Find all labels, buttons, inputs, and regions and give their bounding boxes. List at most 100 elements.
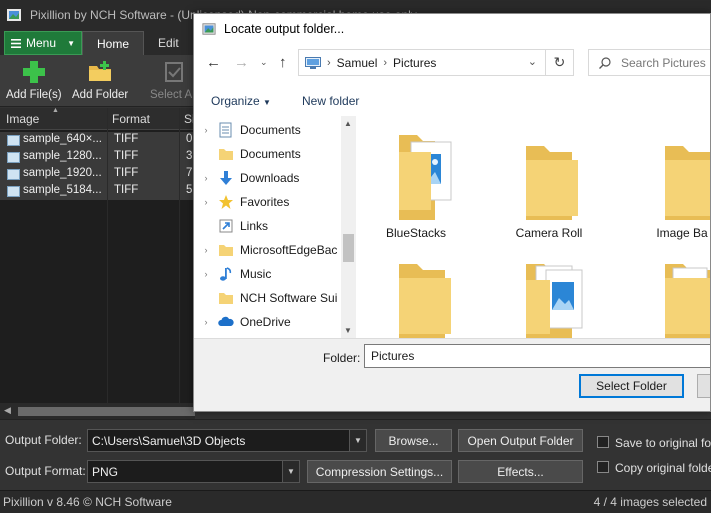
select-all-label: Select All [150,89,198,101]
select-folder-button[interactable]: Select Folder [579,374,684,398]
nav-item-favorites[interactable]: › Favorites [194,190,344,214]
compression-settings-button[interactable]: Compression Settings... [307,460,452,483]
folder-tile-image-backup[interactable]: Image Ba [627,120,710,240]
folder-label: Camera Roll [515,226,583,240]
file-name: sample_1280... [23,150,102,162]
folder-tile-camera-roll[interactable]: Camera Roll [494,120,604,240]
scroll-up-icon[interactable]: ▲ [344,119,352,128]
output-format-combo[interactable]: PNG ▼ [87,460,300,483]
output-format-label: Output Format: [5,464,86,478]
breadcrumb-pictures[interactable]: Pictures [393,56,436,70]
nav-item-links[interactable]: Links [194,214,344,238]
save-to-original-checkbox[interactable] [597,436,609,448]
organize-button[interactable]: Organize ▼ [211,94,271,108]
chevron-right-icon[interactable]: › [194,197,218,207]
effects-button[interactable]: Effects... [458,460,583,483]
select-all-button[interactable]: Select All [150,59,197,101]
tab-home[interactable]: Home [82,31,145,55]
dialog-footer: Folder: Pictures Select Folder [194,338,710,411]
chevron-down-icon[interactable]: ▼ [282,461,299,482]
horizontal-scrollbar[interactable]: ◀ [0,403,195,419]
hamburger-icon [11,38,21,48]
back-arrow-icon[interactable]: ← [206,54,221,71]
folder-icon [526,146,578,226]
nav-item-onedrive[interactable]: › OneDrive [194,310,344,334]
address-bar[interactable]: › Samuel › Pictures ⌄ [298,49,546,76]
chevron-right-icon[interactable]: › [194,245,218,255]
add-folder-button[interactable]: Add Folder [72,59,128,101]
add-files-label: Add File(s) [6,89,62,101]
file-format: TIFF [114,133,139,145]
breadcrumb-samuel[interactable]: Samuel [337,56,378,70]
folder-label: Image Ba [656,226,708,240]
column-header-image[interactable]: Image [6,112,39,126]
chevron-right-icon[interactable]: › [194,269,218,279]
file-name: sample_5184... [23,184,102,196]
scroll-down-icon[interactable]: ▼ [344,326,352,335]
nav-item-music[interactable]: › Music [194,262,344,286]
chevron-down-icon[interactable]: ⌄ [528,55,537,68]
browse-button[interactable]: Browse... [375,429,452,452]
pixillion-logo-icon [202,22,216,35]
add-files-button[interactable]: Add File(s) [6,59,62,101]
output-folder-value: C:\Users\Samuel\3D Objects [92,434,246,448]
nav-item-nch-software-suite[interactable]: NCH Software Sui [194,286,344,310]
copy-original-folder-label: Copy original folder [615,461,711,475]
cloud-icon [218,316,234,326]
menu-button[interactable]: Menu ▼ [4,31,82,55]
command-bar: Organize ▼ New folder [194,88,710,114]
plus-icon [22,61,45,83]
documents-library-icon [219,122,232,138]
nav-item-microsoftedgebackups[interactable]: › MicrosoftEdgeBac [194,238,344,262]
links-icon [219,219,233,233]
star-icon [219,195,233,209]
tab-edit[interactable]: Edit [144,31,193,55]
output-format-value: PNG [92,465,119,479]
up-arrow-icon[interactable]: ↑ [279,54,287,71]
locate-folder-dialog: Locate output folder... ← → ⌄ ↑ › Samuel… [193,13,711,412]
sort-up-icon: ▲ [52,107,59,114]
column-header-format[interactable]: Format [112,112,150,126]
chevron-right-icon[interactable]: › [194,173,218,183]
table-row[interactable]: sample_5184... TIFF 5 [0,183,195,200]
folder-field[interactable]: Pictures [364,344,710,368]
folder-icon [219,149,233,160]
nav-item-documents-folder[interactable]: Documents [194,142,344,166]
file-size: 5 [186,184,193,196]
nav-item-downloads[interactable]: › Downloads [194,166,344,190]
table-row[interactable]: sample_640×... TIFF 0 [0,132,195,149]
save-to-original-label: Save to original folder [615,436,711,450]
pc-icon [305,56,321,69]
new-folder-button[interactable]: New folder [302,94,359,108]
chevron-right-icon[interactable]: › [194,125,218,135]
output-settings-panel: Output Folder: C:\Users\Samuel\3D Object… [0,419,711,490]
file-size: 7 [186,167,193,179]
folder-field-label: Folder: [323,351,361,365]
search-input[interactable]: Search Pictures [588,49,710,76]
scroll-left-icon[interactable]: ◀ [4,405,11,416]
recent-locations-icon[interactable]: ⌄ [260,57,268,68]
open-output-folder-button[interactable]: Open Output Folder [458,429,583,452]
cancel-button[interactable] [697,374,710,398]
nav-pane-scrollbar[interactable]: ▲ ▼ [341,116,356,338]
folder-icon [399,264,451,342]
chevron-down-icon[interactable]: ▼ [349,430,366,451]
image-thumbnail-icon [7,186,20,197]
image-thumbnail-icon [7,152,20,163]
pixillion-logo-icon [7,9,21,21]
dialog-title: Locate output folder... [224,21,345,36]
output-folder-combo[interactable]: C:\Users\Samuel\3D Objects ▼ [87,429,367,452]
copy-original-folder-checkbox[interactable] [597,461,609,473]
table-row[interactable]: sample_1920... TIFF 7 [0,166,195,183]
chevron-down-icon: ▼ [67,38,75,48]
folder-tile-bluestacks[interactable]: BlueStacks [361,120,471,240]
navigation-pane: › Documents Documents › Downloads › Favo… [194,116,356,338]
scrollbar-thumb[interactable] [18,407,195,416]
forward-arrow-icon[interactable]: → [234,54,249,71]
chevron-right-icon[interactable]: › [194,317,218,327]
table-row[interactable]: sample_1280... TIFF 3 [0,149,195,166]
refresh-icon[interactable]: ↻ [546,49,574,76]
nav-item-documents-library[interactable]: › Documents [194,118,344,142]
scrollbar-thumb[interactable] [343,234,354,262]
folder-add-icon [89,61,112,81]
